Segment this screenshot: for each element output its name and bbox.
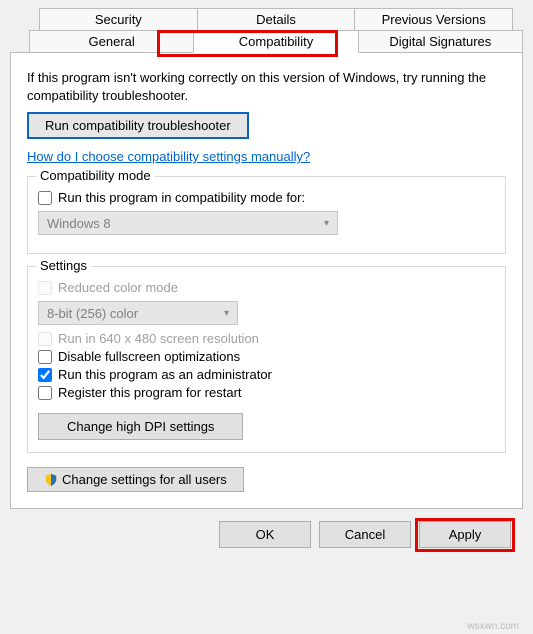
apply-button[interactable]: Apply — [419, 521, 511, 548]
chevron-down-icon: ▾ — [224, 308, 229, 319]
properties-dialog: Security Details Previous Versions Gener… — [0, 0, 533, 558]
manual-settings-link[interactable]: How do I choose compatibility settings m… — [27, 149, 310, 164]
res-640-row: Run in 640 x 480 screen resolution — [38, 331, 495, 346]
tabs-row-2: General Compatibility Digital Signatures — [10, 30, 523, 53]
change-all-users-button[interactable]: Change settings for all users — [27, 467, 244, 492]
res-640-checkbox — [38, 332, 52, 346]
compat-mode-label: Run this program in compatibility mode f… — [58, 190, 305, 205]
tab-compatibility[interactable]: Compatibility — [193, 30, 358, 53]
change-all-users-label: Change settings for all users — [62, 472, 227, 487]
settings-group: Settings Reduced color mode 8-bit (256) … — [27, 266, 506, 453]
tabs-container: Security Details Previous Versions Gener… — [10, 8, 523, 509]
intro-text: If this program isn't working correctly … — [27, 69, 506, 104]
tab-security[interactable]: Security — [39, 8, 198, 31]
tabs-row-1: Security Details Previous Versions — [10, 8, 523, 31]
compat-mode-checkbox[interactable] — [38, 191, 52, 205]
color-mode-combo: 8-bit (256) color ▾ — [38, 301, 238, 325]
disable-fullscreen-label: Disable fullscreen optimizations — [58, 349, 240, 364]
cancel-button[interactable]: Cancel — [319, 521, 411, 548]
dialog-footer: OK Cancel Apply — [10, 509, 523, 548]
run-troubleshooter-button[interactable]: Run compatibility troubleshooter — [27, 112, 249, 139]
ok-button[interactable]: OK — [219, 521, 311, 548]
settings-title: Settings — [36, 258, 91, 273]
tab-general[interactable]: General — [29, 30, 194, 53]
reduced-color-row: Reduced color mode — [38, 280, 495, 295]
run-admin-row[interactable]: Run this program as an administrator — [38, 367, 495, 382]
tab-details[interactable]: Details — [197, 8, 356, 31]
chevron-down-icon: ▾ — [324, 218, 329, 229]
change-dpi-button[interactable]: Change high DPI settings — [38, 413, 243, 440]
compat-mode-combo[interactable]: Windows 8 ▾ — [38, 211, 338, 235]
disable-fullscreen-checkbox[interactable] — [38, 350, 52, 364]
tab-digital-signatures[interactable]: Digital Signatures — [358, 30, 523, 53]
register-restart-label: Register this program for restart — [58, 385, 242, 400]
watermark: wsxwn.com — [467, 621, 519, 632]
reduced-color-checkbox — [38, 281, 52, 295]
shield-icon — [44, 473, 58, 487]
compat-mode-title: Compatibility mode — [36, 168, 155, 183]
tab-previous-versions[interactable]: Previous Versions — [354, 8, 513, 31]
reduced-color-label: Reduced color mode — [58, 280, 178, 295]
run-admin-label: Run this program as an administrator — [58, 367, 272, 382]
run-admin-checkbox[interactable] — [38, 368, 52, 382]
res-640-label: Run in 640 x 480 screen resolution — [58, 331, 259, 346]
tab-content: If this program isn't working correctly … — [10, 52, 523, 509]
compat-mode-combo-value: Windows 8 — [47, 216, 111, 231]
register-restart-row[interactable]: Register this program for restart — [38, 385, 495, 400]
color-mode-value: 8-bit (256) color — [47, 306, 138, 321]
compatibility-mode-group: Compatibility mode Run this program in c… — [27, 176, 506, 254]
register-restart-checkbox[interactable] — [38, 386, 52, 400]
disable-fullscreen-row[interactable]: Disable fullscreen optimizations — [38, 349, 495, 364]
compat-mode-checkbox-row[interactable]: Run this program in compatibility mode f… — [38, 190, 495, 205]
